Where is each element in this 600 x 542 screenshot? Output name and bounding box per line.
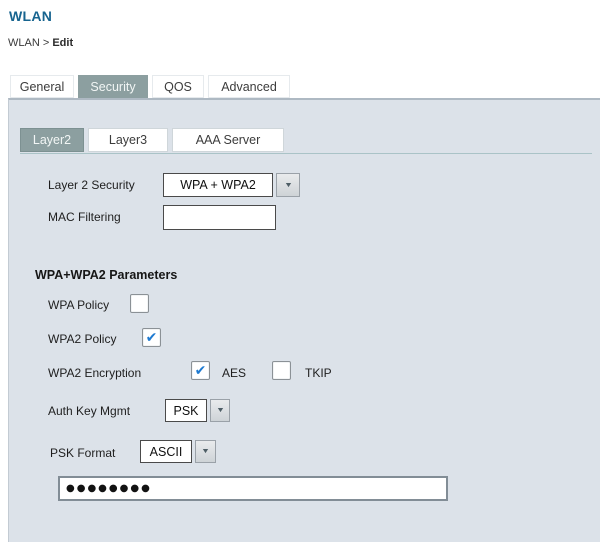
tab-label: QOS	[164, 79, 192, 94]
subtab-label: Layer3	[108, 133, 148, 147]
layer2-security-value: WPA + WPA2	[163, 173, 273, 197]
mac-filtering-input[interactable]	[163, 205, 276, 230]
subtab-layer2[interactable]: Layer2	[20, 128, 84, 152]
wpa-policy-checkbox[interactable]: ✔	[130, 294, 149, 313]
tab-qos[interactable]: QOS	[152, 75, 204, 98]
breadcrumb: WLAN > Edit	[8, 37, 73, 49]
subtab-label: AAA Server	[195, 133, 261, 147]
tab-label: General	[19, 79, 65, 94]
subtab-layer3[interactable]: Layer3	[88, 128, 168, 152]
psk-format-label: PSK Format	[50, 446, 116, 460]
breadcrumb-current: Edit	[52, 37, 74, 49]
wlan-edit-page: WLAN WLAN > Edit General Security QOS Ad…	[0, 0, 600, 542]
tab-general[interactable]: General	[10, 75, 74, 98]
subtab-label: Layer2	[32, 133, 72, 147]
checkmark-icon: ✔	[194, 362, 207, 378]
tab-label: Advanced	[221, 79, 277, 94]
layer2-security-dropdown-button[interactable]: ▼	[276, 173, 300, 197]
tkip-label: TKIP	[305, 366, 332, 380]
wpa-parameters-heading: WPA+WPA2 Parameters	[35, 268, 178, 282]
wpa2-policy-label: WPA2 Policy	[48, 332, 117, 346]
auth-key-mgmt-select[interactable]: PSK ▼	[165, 399, 230, 422]
chevron-down-icon: ▼	[283, 181, 293, 189]
wpa-policy-label: WPA Policy	[48, 298, 110, 312]
checkmark-icon: ✔	[145, 329, 158, 345]
chevron-down-icon: ▼	[215, 407, 225, 414]
breadcrumb-prefix: WLAN >	[8, 37, 53, 49]
page-title: WLAN	[9, 8, 53, 24]
layer2-security-select[interactable]: WPA + WPA2 ▼	[163, 173, 300, 197]
auth-key-mgmt-value: PSK	[165, 399, 207, 422]
chevron-down-icon: ▼	[200, 448, 211, 455]
tkip-checkbox[interactable]: ✔	[272, 361, 291, 380]
subtab-divider	[20, 153, 592, 154]
auth-key-mgmt-dropdown-button[interactable]: ▼	[210, 399, 230, 422]
psk-format-value: ASCII	[140, 440, 192, 463]
psk-passphrase-input[interactable]	[58, 476, 448, 501]
auth-key-mgmt-label: Auth Key Mgmt	[48, 404, 131, 418]
wpa2-policy-checkbox[interactable]: ✔	[142, 328, 161, 347]
layer2-security-label: Layer 2 Security	[48, 178, 135, 192]
subtab-aaa-server[interactable]: AAA Server	[172, 128, 284, 152]
psk-format-dropdown-button[interactable]: ▼	[195, 440, 216, 463]
tab-label: Security	[90, 79, 136, 94]
aes-label: AES	[222, 366, 247, 380]
mac-filtering-label: MAC Filtering	[48, 210, 121, 224]
wpa2-encryption-label: WPA2 Encryption	[48, 366, 142, 380]
aes-checkbox[interactable]: ✔	[191, 361, 210, 380]
tab-security[interactable]: Security	[78, 75, 148, 98]
tab-advanced[interactable]: Advanced	[208, 75, 290, 98]
psk-format-select[interactable]: ASCII ▼	[140, 440, 216, 463]
